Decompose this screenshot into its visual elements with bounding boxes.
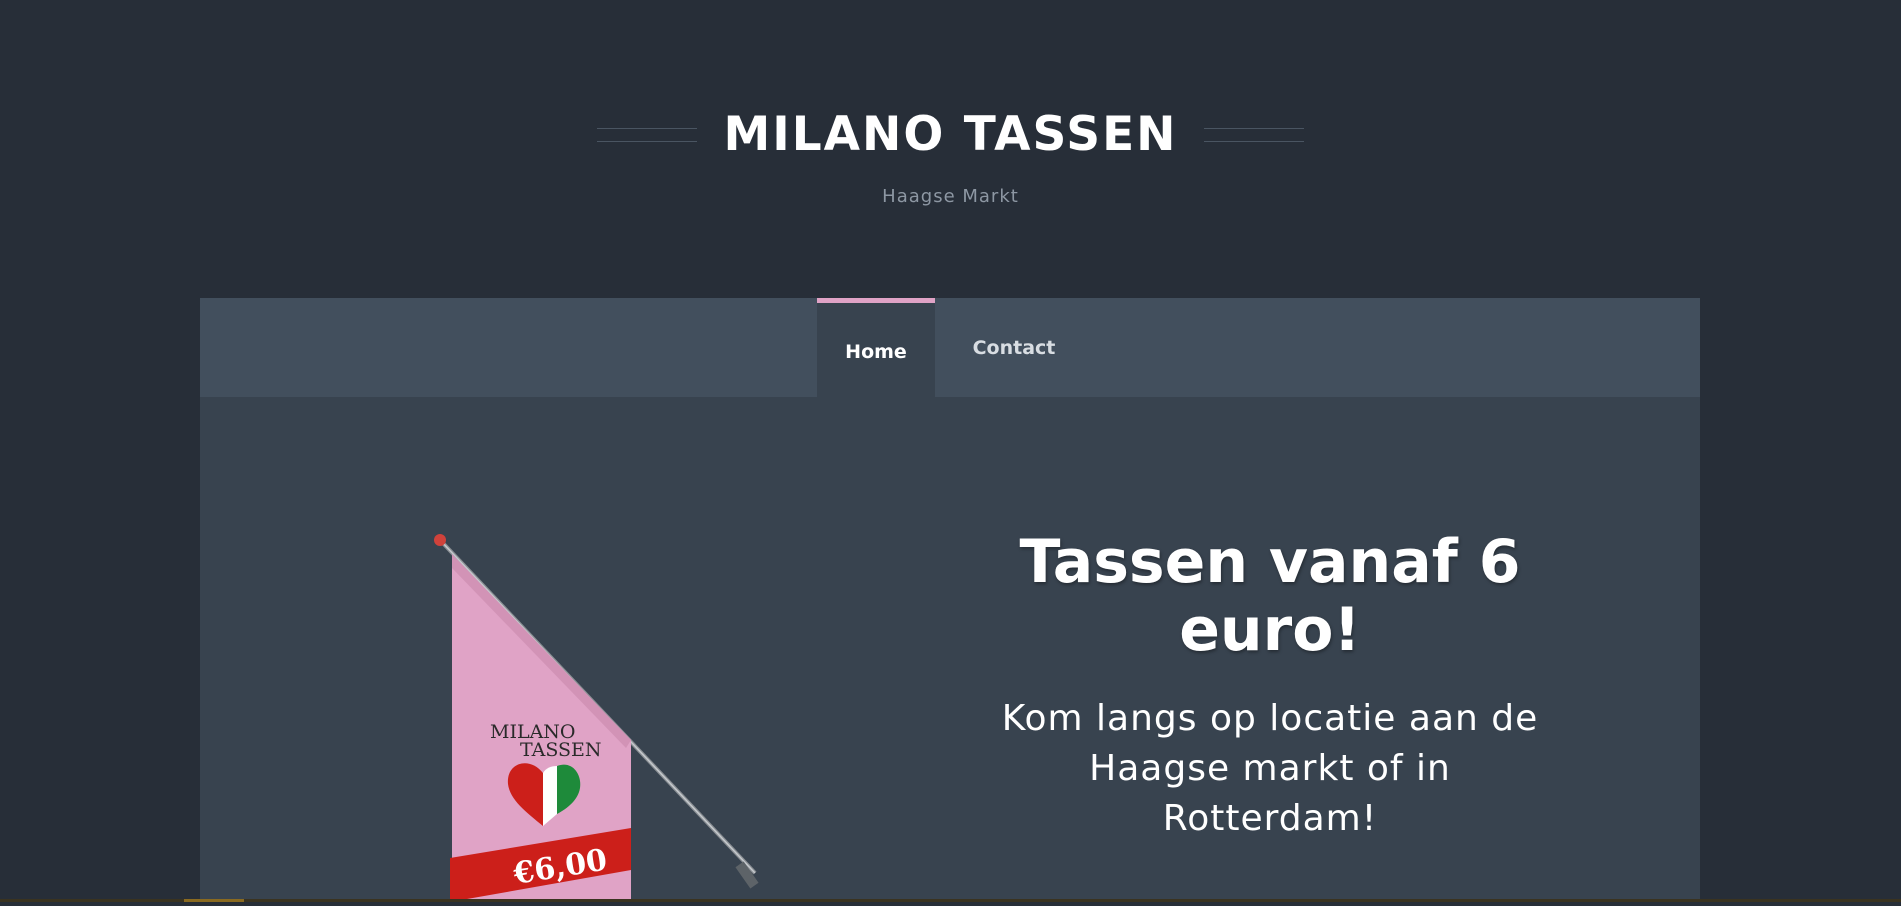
site-tagline: Haagse Markt <box>882 186 1019 207</box>
pole-cap <box>434 534 446 546</box>
hero-section: Tassen vanaf 6 euro! Kom langs op locati… <box>980 528 1560 844</box>
nav-item-home[interactable]: Home <box>817 298 935 397</box>
flag-brand-line2: TASSEN <box>520 739 602 761</box>
hero-subtitle: Kom langs op locatie aan de Haagse markt… <box>1001 698 1539 839</box>
hero-title: Tassen vanaf 6 euro! <box>1019 527 1521 665</box>
main-navigation: Home Contact <box>200 298 1700 397</box>
title-decoration-right <box>1203 128 1304 142</box>
main-content: Home Contact MILANO TASSEN €6,00 Tassen … <box>200 298 1700 902</box>
flag-image: MILANO TASSEN €6,00 <box>430 528 790 902</box>
brand-row: MILANO TASSEN <box>0 100 1901 170</box>
site-title[interactable]: MILANO TASSEN <box>723 100 1177 170</box>
title-decoration-left <box>597 128 698 142</box>
site-header: MILANO TASSEN Haagse Markt <box>0 0 1901 298</box>
flag-illustration: MILANO TASSEN €6,00 <box>434 534 759 902</box>
nav-item-contact[interactable]: Contact <box>950 298 1078 397</box>
